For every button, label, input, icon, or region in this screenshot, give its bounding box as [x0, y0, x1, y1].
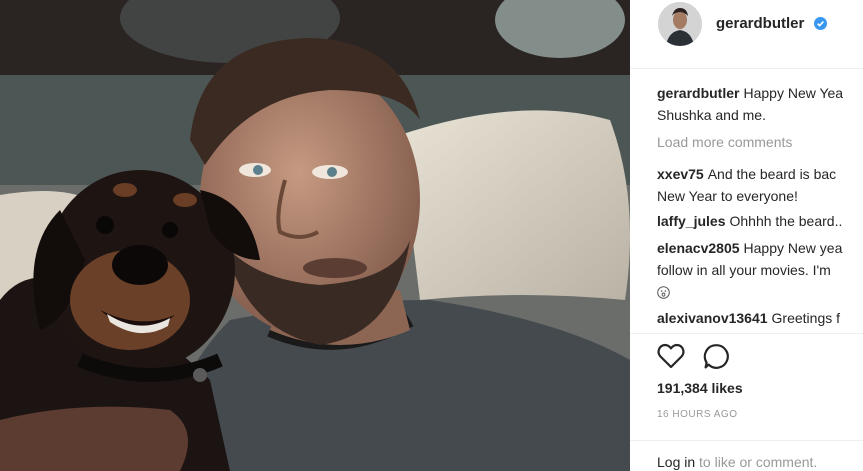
caption-username[interactable]: gerardbutler	[657, 85, 739, 101]
comment-text-line2: follow in all your movies. I'm	[657, 262, 831, 278]
login-prompt-text: to like or comment.	[699, 454, 818, 470]
post-timestamp: 16 HOURS AGO	[657, 409, 738, 420]
caption: gerardbutler Happy New Yea Shushka and me…	[657, 82, 843, 126]
verified-badge-icon	[814, 17, 827, 30]
heart-icon[interactable]	[657, 343, 685, 369]
comment-item: elenacv2805 Happy New yea follow in all y…	[657, 237, 842, 303]
comment-username[interactable]: laffy_jules	[657, 213, 725, 229]
comment-item: laffy_jules Ohhhh the beard..	[657, 210, 842, 232]
comment-text: Greetings f	[771, 310, 841, 326]
login-prompt: Log in to like or comment.	[657, 454, 817, 470]
divider	[630, 440, 863, 441]
comment-username[interactable]: xxev75	[657, 166, 704, 182]
caption-text-line1: Happy New Yea	[743, 85, 844, 101]
post-photo	[0, 0, 630, 471]
post-header: gerardbutler	[630, 0, 863, 69]
comment-username[interactable]: alexivanov13641	[657, 310, 768, 326]
load-more-comments-link[interactable]: Load more comments	[657, 134, 792, 150]
speech-bubble-icon[interactable]	[703, 343, 730, 370]
avatar-image	[658, 2, 702, 46]
post-username[interactable]: gerardbutler	[716, 15, 804, 32]
smiley-icon	[657, 286, 670, 299]
comment-item: alexivanov13641 Greetings f	[657, 307, 840, 329]
comment-text-line2: New Year to everyone!	[657, 188, 798, 204]
divider	[630, 333, 863, 334]
comment-text: Happy New yea	[743, 240, 843, 256]
likes-count[interactable]: 191,384 likes	[657, 380, 743, 396]
photo-illustration	[0, 0, 630, 471]
comment-username[interactable]: elenacv2805	[657, 240, 740, 256]
comment-text: And the beard is bac	[707, 166, 837, 182]
comment-text: Ohhhh the beard..	[729, 213, 843, 229]
comment-item: xxev75 And the beard is bac New Year to e…	[657, 163, 836, 207]
post-side-panel: gerardbutler gerardbutler Happy New Yea S…	[630, 0, 863, 471]
caption-text-line2: Shushka and me.	[657, 107, 766, 123]
avatar[interactable]	[658, 2, 702, 46]
login-link[interactable]: Log in	[657, 454, 695, 470]
